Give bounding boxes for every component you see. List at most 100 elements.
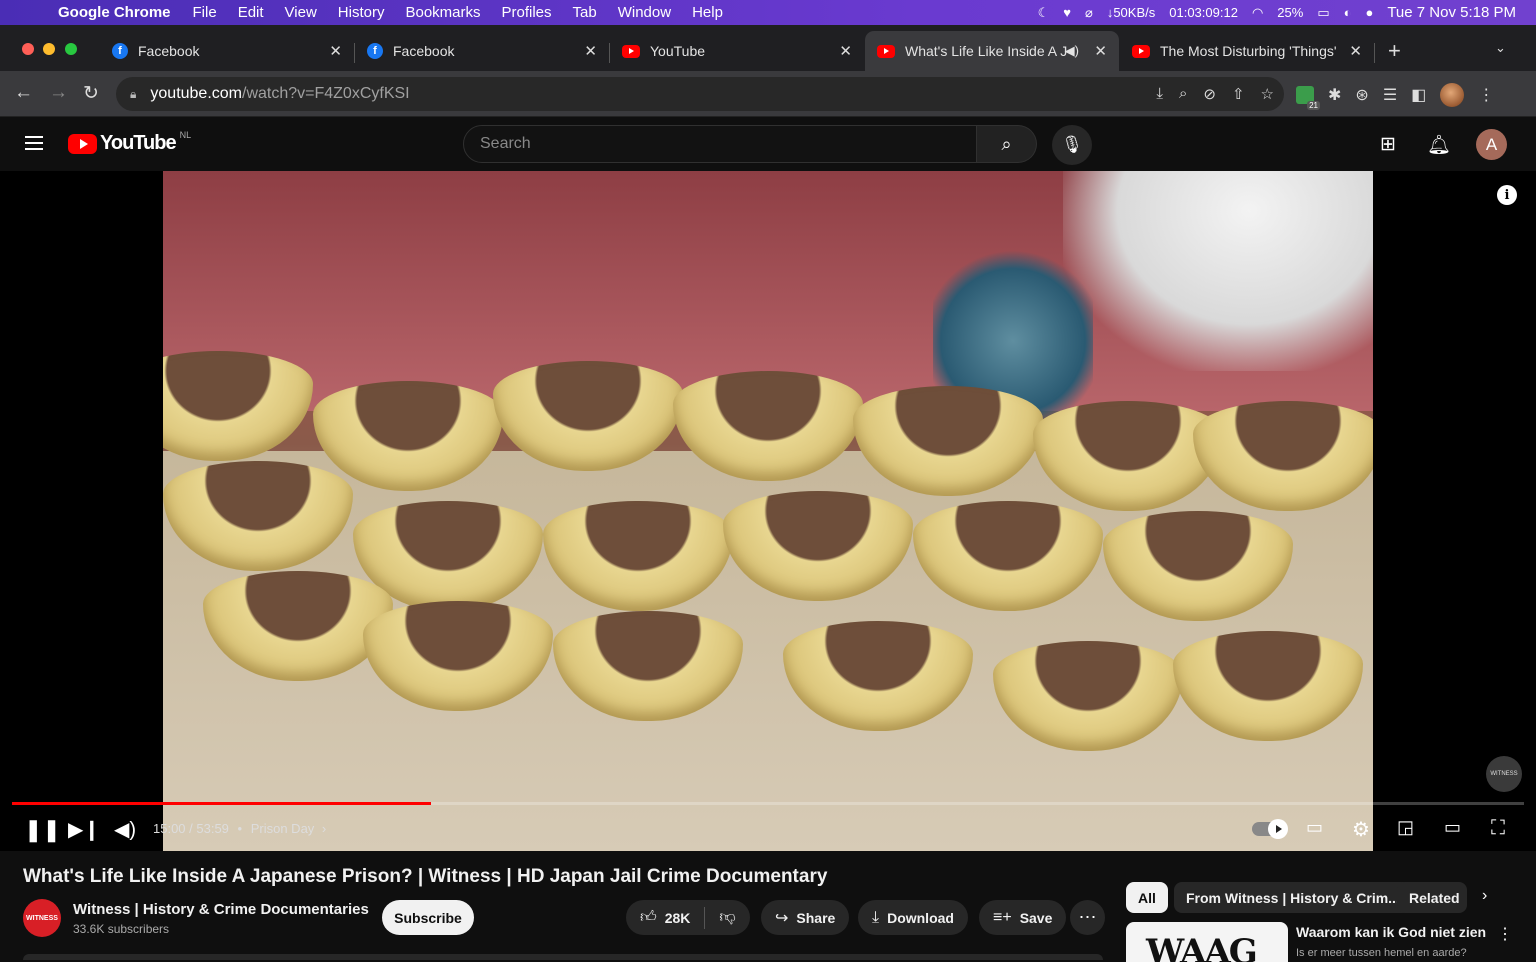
- chrome-menu-icon[interactable]: ⋮: [1478, 85, 1494, 105]
- channel-name[interactable]: Witness | History & Crime Documentaries: [73, 901, 369, 918]
- hamburger-menu-icon[interactable]: [25, 136, 43, 150]
- video-bowl: [163, 351, 313, 461]
- menu-help[interactable]: Help: [692, 4, 723, 21]
- reload-button[interactable]: ↻: [83, 82, 99, 105]
- recommended-menu-icon[interactable]: ⋮: [1497, 924, 1513, 944]
- battery-icon[interactable]: ▭: [1317, 5, 1329, 21]
- reading-list-icon[interactable]: ☰: [1383, 85, 1397, 105]
- control-center-icon[interactable]: ◐: [1344, 5, 1352, 20]
- recommended-thumbnail[interactable]: WAAG: [1126, 922, 1288, 962]
- progress-played: [12, 802, 431, 805]
- zoom-icon[interactable]: ⌕: [1179, 85, 1187, 103]
- theater-mode-icon[interactable]: ▭: [1444, 817, 1461, 838]
- menu-bookmarks[interactable]: Bookmarks: [405, 4, 480, 21]
- chip-related[interactable]: Related: [1397, 882, 1467, 913]
- wifi-icon[interactable]: ◠: [1252, 5, 1263, 21]
- lock-icon[interactable]: 🔒︎: [130, 87, 136, 102]
- pause-icon[interactable]: ❚❚: [24, 817, 61, 843]
- progress-bar[interactable]: [12, 802, 1524, 805]
- forward-button[interactable]: →: [49, 82, 68, 104]
- create-video-icon[interactable]: ⊞: [1380, 133, 1396, 156]
- tab-close-icon[interactable]: ✕: [1094, 42, 1107, 60]
- more-actions-icon[interactable]: ⋯: [1070, 900, 1105, 935]
- chevron-right-icon[interactable]: ›: [322, 821, 326, 836]
- next-video-icon[interactable]: ▶❙: [68, 817, 100, 842]
- share-icon[interactable]: ⇧: [1232, 85, 1245, 103]
- address-bar[interactable]: 🔒︎ youtube.com/watch?v=F4Z0xCyfKSI ⤓ ⌕ ⊘…: [116, 77, 1284, 111]
- chapter-title[interactable]: Prison Day: [251, 821, 315, 836]
- save-button[interactable]: ≡+ Save: [979, 900, 1067, 935]
- paperclip-icon[interactable]: ⌀: [1085, 5, 1093, 21]
- new-tab-button[interactable]: +: [1388, 38, 1401, 64]
- youtube-logo[interactable]: YouTube NL: [68, 129, 192, 155]
- download-button[interactable]: ⤓ Download: [858, 900, 968, 935]
- menu-clock[interactable]: Tue 7 Nov 5:18 PM: [1387, 4, 1516, 21]
- maximize-window-button[interactable]: [65, 43, 77, 55]
- miniplayer-icon[interactable]: ◲: [1397, 817, 1414, 838]
- description-box[interactable]: [23, 954, 1103, 960]
- fullscreen-icon[interactable]: ⛶: [1491, 817, 1505, 840]
- video-player[interactable]: i WITNESS ❚❚ ▶❙ ◀) 15:00 / 53:59 • Priso…: [0, 171, 1536, 851]
- dislike-icon[interactable]: 👎︎: [719, 908, 735, 927]
- search-button[interactable]: ⌕: [977, 125, 1037, 163]
- menu-profiles[interactable]: Profiles: [502, 4, 552, 21]
- url-text[interactable]: youtube.com/watch?v=F4Z0xCyfKSI: [150, 85, 409, 103]
- info-icon[interactable]: i: [1497, 185, 1517, 205]
- tracking-blocked-icon[interactable]: ⊘: [1203, 85, 1216, 103]
- chip-all[interactable]: All: [1126, 882, 1168, 913]
- tab-title: What's Life Like Inside A J: [905, 43, 1068, 59]
- moon-icon[interactable]: ☾: [1038, 5, 1050, 21]
- like-count[interactable]: 28K: [665, 910, 691, 926]
- tab-close-icon[interactable]: ✕: [584, 42, 597, 60]
- tab-close-icon[interactable]: ✕: [839, 42, 852, 60]
- menu-file[interactable]: File: [193, 4, 217, 21]
- settings-gear-icon[interactable]: ⚙: [1352, 817, 1370, 842]
- close-window-button[interactable]: [22, 43, 34, 55]
- minimize-window-button[interactable]: [43, 43, 55, 55]
- siri-icon[interactable]: ●: [1365, 5, 1373, 20]
- profile-avatar[interactable]: [1440, 83, 1465, 107]
- recommended-title[interactable]: Waarom kan ik God niet zien: [1296, 924, 1486, 940]
- extension-swirl-icon[interactable]: ⊛: [1355, 85, 1368, 105]
- subscribe-button[interactable]: Subscribe: [382, 900, 474, 935]
- chip-from-channel[interactable]: From Witness | History & Crim...: [1174, 882, 1412, 913]
- install-app-icon[interactable]: ⤓: [1156, 85, 1163, 103]
- back-button[interactable]: ←: [14, 82, 33, 104]
- vpn-icon[interactable]: ♥: [1063, 5, 1071, 20]
- tab-search-chevron-icon[interactable]: ⌄: [1495, 40, 1506, 56]
- video-frame[interactable]: [163, 171, 1373, 851]
- tab-close-icon[interactable]: ✕: [329, 42, 342, 60]
- voice-search-button[interactable]: 🎙︎: [1052, 125, 1092, 165]
- bookmark-star-icon[interactable]: ☆: [1261, 85, 1274, 103]
- tab-active-video[interactable]: What's Life Like Inside A J ◀) ✕: [865, 31, 1119, 71]
- notifications-bell-icon[interactable]: 🔔︎: [1427, 133, 1451, 157]
- menu-window[interactable]: Window: [618, 4, 671, 21]
- tab-close-icon[interactable]: ✕: [1349, 42, 1362, 60]
- side-panel-icon[interactable]: ◧: [1411, 85, 1426, 105]
- tab-youtube[interactable]: YouTube ✕: [610, 31, 864, 71]
- network-speed: ↓50KB/s: [1106, 5, 1156, 20]
- tab-facebook-1[interactable]: f Facebook ✕: [100, 31, 354, 71]
- channel-watermark[interactable]: WITNESS: [1486, 756, 1522, 792]
- channel-avatar[interactable]: WITNESS: [23, 899, 61, 937]
- country-code: NL: [179, 129, 192, 140]
- extension-green-icon[interactable]: 21: [1296, 86, 1320, 110]
- menu-view[interactable]: View: [285, 4, 317, 21]
- audio-playing-icon[interactable]: ◀): [1065, 43, 1079, 59]
- tab-disturbing-things[interactable]: The Most Disturbing 'Things' ✕: [1120, 31, 1374, 71]
- autoplay-toggle[interactable]: [1252, 819, 1288, 839]
- puzzle-extensions-icon[interactable]: ✱: [1328, 85, 1341, 105]
- chevron-right-icon[interactable]: ›: [1482, 887, 1487, 905]
- menu-app-name[interactable]: Google Chrome: [58, 4, 171, 21]
- facebook-icon: f: [367, 43, 383, 59]
- menu-history[interactable]: History: [338, 4, 385, 21]
- menu-tab[interactable]: Tab: [573, 4, 597, 21]
- volume-icon[interactable]: ◀): [114, 817, 136, 842]
- menu-edit[interactable]: Edit: [238, 4, 264, 21]
- tab-facebook-2[interactable]: f Facebook ✕: [355, 31, 609, 71]
- like-icon[interactable]: 👍︎: [640, 908, 657, 927]
- subtitles-icon[interactable]: ▭: [1306, 817, 1323, 838]
- search-input[interactable]: Search: [463, 125, 977, 163]
- share-button[interactable]: ↪ Share: [761, 900, 850, 935]
- account-avatar[interactable]: A: [1476, 129, 1507, 160]
